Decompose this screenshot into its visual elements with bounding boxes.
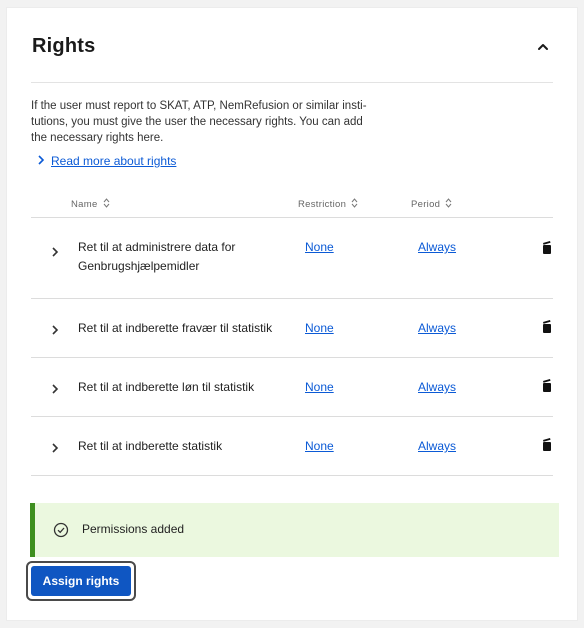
description-line: the necessary rights here. (31, 132, 164, 144)
chevron-up-icon[interactable] (533, 37, 553, 57)
rights-panel: Rights If the user must report to SKAT, … (7, 8, 577, 620)
chevron-right-icon[interactable] (49, 245, 61, 257)
trash-icon[interactable] (541, 378, 553, 392)
description-line: tutions, you must give the user the nece… (31, 116, 363, 128)
restriction-link[interactable]: None (305, 321, 334, 335)
assign-rights-focus-ring: Assign rights (26, 561, 136, 601)
chevron-right-icon (37, 154, 45, 168)
column-header-name[interactable]: Name (71, 198, 110, 211)
period-link[interactable]: Always (418, 439, 456, 453)
panel-title: Rights (32, 35, 96, 57)
table-row: Ret til at indberette fravær til statist… (31, 299, 553, 358)
trash-icon[interactable] (541, 319, 553, 333)
restriction-link[interactable]: None (305, 240, 334, 254)
right-name: Ret til at indberette løn til statistik (78, 380, 255, 394)
column-label: Period (411, 199, 441, 210)
sort-icon (445, 198, 452, 211)
column-header-period[interactable]: Period (411, 198, 452, 211)
panel-header: Rights (32, 35, 553, 61)
column-header-restriction[interactable]: Restriction (298, 198, 358, 211)
row-divider (31, 475, 553, 476)
check-circle-icon (53, 522, 69, 538)
right-name: Ret til at administrere data for Genbrug… (78, 240, 236, 273)
read-more-link[interactable]: Read more about rights (51, 154, 176, 168)
table-row: Ret til at administrere data for Genbrug… (31, 218, 553, 299)
column-label: Restriction (298, 199, 347, 210)
rights-description: If the user must report to SKAT, ATP, Ne… (31, 98, 411, 146)
restriction-link[interactable]: None (305, 439, 334, 453)
right-name: Ret til at indberette fravær til statist… (78, 321, 273, 335)
right-name: Ret til at indberette statistik (78, 439, 223, 453)
trash-icon[interactable] (541, 240, 553, 254)
trash-icon[interactable] (541, 437, 553, 451)
sort-icon (351, 198, 358, 211)
success-notice: Permissions added (30, 503, 559, 557)
restriction-link[interactable]: None (305, 380, 334, 394)
table-row: Ret til at indberette statistik None Alw… (31, 417, 553, 476)
chevron-right-icon[interactable] (49, 382, 61, 394)
column-label: Name (71, 199, 98, 210)
table-row: Ret til at indberette løn til statistik … (31, 358, 553, 417)
header-divider (31, 82, 553, 83)
read-more: Read more about rights (37, 154, 176, 168)
description-line: If the user must report to SKAT, ATP, Ne… (31, 100, 367, 112)
assign-rights-button[interactable]: Assign rights (31, 566, 131, 596)
table-header: Name Restriction Period (31, 192, 553, 218)
sort-icon (103, 198, 110, 211)
period-link[interactable]: Always (418, 240, 456, 254)
chevron-right-icon[interactable] (49, 323, 61, 335)
notice-message: Permissions added (82, 522, 185, 536)
period-link[interactable]: Always (418, 321, 456, 335)
period-link[interactable]: Always (418, 380, 456, 394)
chevron-right-icon[interactable] (49, 441, 61, 453)
